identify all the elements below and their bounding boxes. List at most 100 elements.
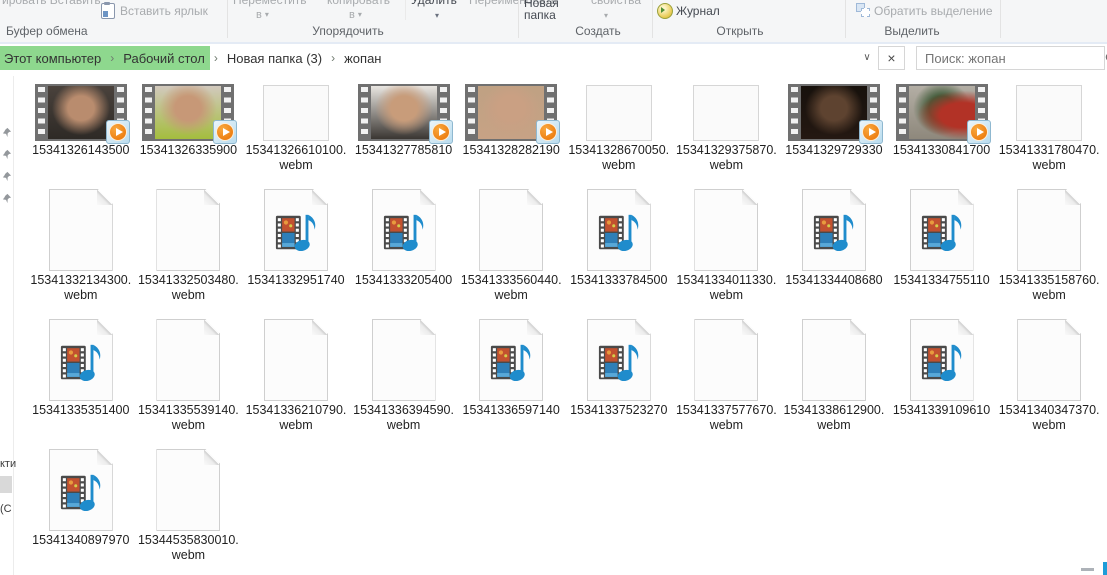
- file-item[interactable]: 15341333205400: [350, 181, 458, 311]
- bottom-edge-blue-mark: [1103, 562, 1107, 575]
- play-overlay-icon: [105, 120, 130, 144]
- play-overlay-icon: [966, 120, 991, 144]
- file-name: 15341337577670. webm: [675, 403, 777, 432]
- breadcrumb-separator-icon[interactable]: ›: [209, 51, 223, 65]
- chevron-down-icon[interactable]: ▾: [435, 11, 439, 20]
- file-grid: 15341326143500 15341326335900 1534132661…: [27, 51, 1107, 571]
- group-label-create: Создать: [575, 24, 621, 38]
- file-item[interactable]: 15341330841700: [888, 51, 996, 181]
- nav-item-clipped-text: (С: [0, 503, 12, 515]
- ribbon-group-divider: [518, 0, 519, 38]
- breadcrumb-item[interactable]: Новая папка (3): [223, 51, 326, 66]
- file-name: 15341336394590. webm: [353, 403, 454, 432]
- file-item[interactable]: 15341334408680: [780, 181, 888, 311]
- file-item[interactable]: 15344535830010. webm: [135, 441, 243, 571]
- delete-button[interactable]: Удалить: [411, 0, 457, 7]
- video-thumbnail: [142, 84, 238, 144]
- move-to-button[interactable]: Переместить: [233, 0, 307, 7]
- video-thumbnail: [357, 84, 453, 144]
- file-item[interactable]: 15341340347370. webm: [995, 311, 1103, 441]
- file-item[interactable]: 15341335158760. webm: [995, 181, 1103, 311]
- file-item[interactable]: 15341332503480. webm: [135, 181, 243, 311]
- media-file-icon: [587, 319, 651, 401]
- blank-file-icon: [694, 319, 758, 401]
- file-item[interactable]: 15341331780470. webm: [995, 51, 1103, 181]
- file-item[interactable]: 15341329375870. webm: [673, 51, 781, 181]
- media-note-icon: [597, 211, 641, 255]
- file-item[interactable]: 15341337577670. webm: [673, 311, 781, 441]
- paste-shortcut-icon: [101, 2, 115, 19]
- ribbon-group-divider: [652, 0, 653, 38]
- breadcrumb-separator-icon[interactable]: ›: [326, 51, 340, 65]
- move-to-sub[interactable]: в ▾: [256, 9, 269, 21]
- chevron-down-icon[interactable]: ▾: [604, 11, 608, 20]
- file-item[interactable]: 15341336210790. webm: [242, 311, 350, 441]
- copy-paste-buttons-clipped[interactable]: ировать Вставить: [2, 0, 101, 7]
- group-label-organize: Упорядочить: [312, 24, 384, 38]
- file-item[interactable]: 15341333784500: [565, 181, 673, 311]
- media-note-icon: [920, 341, 964, 385]
- copy-to-button[interactable]: копировать: [327, 0, 390, 7]
- file-item[interactable]: 15341334011330. webm: [673, 181, 781, 311]
- file-name: 15341334408680: [785, 273, 883, 287]
- blank-thumbnail: [1016, 85, 1083, 141]
- blank-file-icon: [372, 319, 436, 401]
- file-name: 15341335351400: [32, 403, 130, 417]
- file-item[interactable]: 15341335539140. webm: [135, 311, 243, 441]
- file-item[interactable]: 15341332951740: [242, 181, 350, 311]
- media-file-icon: [264, 189, 328, 271]
- file-item[interactable]: 15341340897970: [27, 441, 135, 571]
- play-overlay-icon: [536, 120, 561, 144]
- file-item[interactable]: 15341329729330: [780, 51, 888, 181]
- file-name: 15341329375870. webm: [675, 143, 777, 172]
- file-item[interactable]: 15341339109610: [888, 311, 996, 441]
- file-name: 15341340897970: [32, 533, 130, 547]
- file-name: 15341327785810: [354, 143, 453, 157]
- new-folder-button[interactable]: Новая папка: [524, 0, 559, 21]
- blank-file-icon: [156, 319, 220, 401]
- file-name: 15341336597140: [462, 403, 560, 417]
- paste-shortcut-button[interactable]: Вставить ярлык: [120, 4, 208, 18]
- group-label-open: Открыть: [716, 24, 764, 38]
- file-name: 15341339109610: [892, 403, 991, 417]
- file-name: 15341335539140. webm: [137, 403, 239, 432]
- file-item[interactable]: 15341338612900. webm: [780, 311, 888, 441]
- pin-icon: [2, 127, 12, 138]
- file-item[interactable]: 15341332134300. webm: [27, 181, 135, 311]
- copy-to-sub[interactable]: в ▾: [349, 9, 362, 21]
- file-name: 15341332951740: [247, 273, 345, 287]
- file-name: 15344535830010. webm: [137, 533, 239, 562]
- file-item[interactable]: 15341335351400: [27, 311, 135, 441]
- breadcrumb-separator-icon[interactable]: ›: [105, 51, 119, 65]
- file-item[interactable]: 15341326143500: [27, 51, 135, 181]
- pin-icon: [2, 149, 12, 160]
- file-item[interactable]: 15341326610100. webm: [242, 51, 350, 181]
- ribbon-divider: [405, 0, 406, 20]
- breadcrumb-item[interactable]: жопан: [340, 51, 385, 66]
- file-name: 15341337523270: [570, 403, 668, 417]
- breadcrumb-item[interactable]: Рабочий стол: [119, 51, 209, 66]
- ribbon-group-divider: [227, 0, 228, 38]
- media-note-icon: [59, 471, 103, 515]
- invert-selection-button[interactable]: Обратить выделение: [874, 4, 993, 18]
- file-item[interactable]: 15341334755110: [888, 181, 996, 311]
- file-item[interactable]: 15341336394590. webm: [350, 311, 458, 441]
- file-item[interactable]: 15341327785810: [350, 51, 458, 181]
- media-note-icon: [274, 211, 318, 255]
- file-item[interactable]: 15341337523270: [565, 311, 673, 441]
- file-item[interactable]: 15341328282190: [457, 51, 565, 181]
- file-item[interactable]: 15341328670050. webm: [565, 51, 673, 181]
- media-file-icon: [479, 319, 543, 401]
- file-item[interactable]: 15341333560440. webm: [457, 181, 565, 311]
- ribbon-toolbar: ировать Вставить Вставить ярлык Перемест…: [0, 0, 1107, 44]
- blank-file-icon: [1017, 189, 1081, 271]
- file-item[interactable]: 15341336597140: [457, 311, 565, 441]
- properties-button[interactable]: свойства: [591, 0, 641, 7]
- history-button[interactable]: Журнал: [676, 4, 720, 18]
- file-item[interactable]: 15341326335900: [135, 51, 243, 181]
- file-name: 15341330841700: [892, 143, 991, 157]
- file-name: 15341338612900. webm: [783, 403, 885, 432]
- file-name: 15341333205400: [354, 273, 453, 287]
- video-thumbnail: [34, 84, 130, 144]
- breadcrumb-item[interactable]: Этот компьютер: [0, 51, 105, 66]
